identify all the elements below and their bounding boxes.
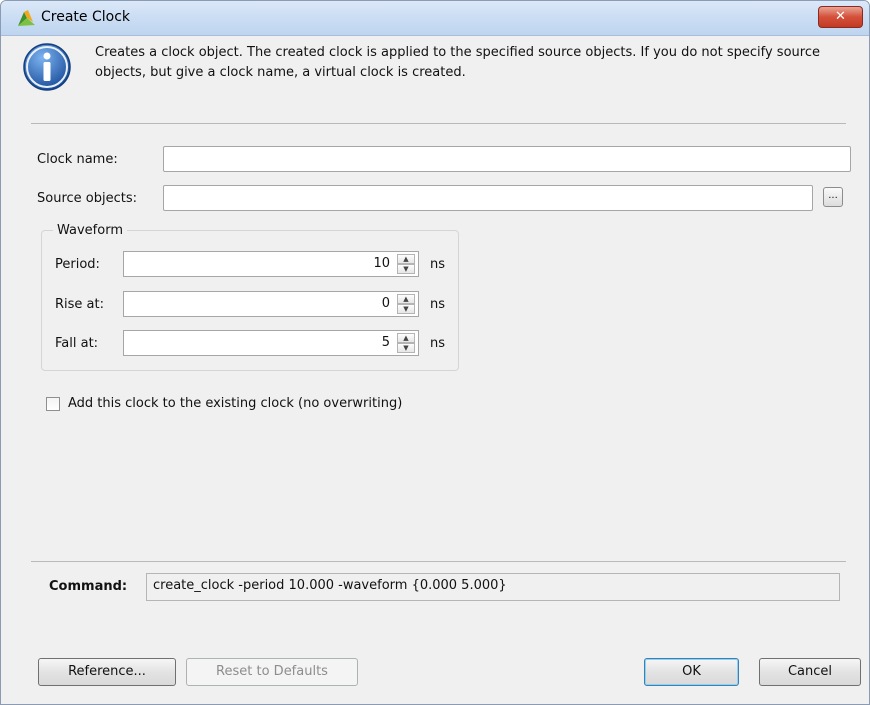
create-clock-dialog: Create Clock ✕ Creates a clock object. T… bbox=[0, 0, 870, 705]
fall-at-increment-icon[interactable]: ▲ bbox=[397, 333, 415, 343]
rise-at-value[interactable]: 0 bbox=[382, 296, 390, 311]
vivado-logo-icon bbox=[15, 8, 37, 28]
info-description: Creates a clock object. The created cloc… bbox=[95, 45, 820, 80]
cancel-button[interactable]: Cancel bbox=[759, 658, 861, 686]
command-separator bbox=[31, 561, 846, 562]
waveform-group-title: Waveform bbox=[53, 223, 127, 238]
browse-source-objects-button[interactable]: ... bbox=[823, 187, 843, 207]
rise-at-increment-icon[interactable]: ▲ bbox=[397, 294, 415, 304]
fall-at-value[interactable]: 5 bbox=[382, 335, 390, 350]
period-value[interactable]: 10 bbox=[373, 256, 390, 271]
close-button[interactable]: ✕ bbox=[818, 6, 863, 28]
info-icon bbox=[22, 42, 72, 92]
fall-at-decrement-icon[interactable]: ▼ bbox=[397, 343, 415, 353]
period-stepper[interactable]: ▲ ▼ bbox=[397, 254, 415, 274]
clock-name-input[interactable] bbox=[164, 147, 850, 171]
title-bar: Create Clock ✕ bbox=[1, 1, 869, 36]
fall-at-unit: ns bbox=[430, 336, 446, 351]
command-preview: create_clock -period 10.000 -waveform {0… bbox=[146, 573, 840, 601]
rise-at-unit: ns bbox=[430, 297, 446, 312]
rise-at-label: Rise at: bbox=[55, 297, 104, 312]
clock-name-field[interactable] bbox=[163, 146, 851, 172]
period-spinner[interactable]: 10 ▲ ▼ bbox=[123, 251, 419, 277]
info-panel: Creates a clock object. The created cloc… bbox=[1, 36, 869, 122]
reference-button[interactable]: Reference... bbox=[38, 658, 176, 686]
period-decrement-icon[interactable]: ▼ bbox=[397, 264, 415, 274]
period-increment-icon[interactable]: ▲ bbox=[397, 254, 415, 264]
reset-to-defaults-button[interactable]: Reset to Defaults bbox=[186, 658, 358, 686]
rise-at-decrement-icon[interactable]: ▼ bbox=[397, 304, 415, 314]
top-separator bbox=[31, 123, 846, 124]
rise-at-spinner[interactable]: 0 ▲ ▼ bbox=[123, 291, 419, 317]
period-unit: ns bbox=[430, 257, 446, 272]
add-clock-checkbox[interactable] bbox=[46, 397, 60, 411]
fall-at-stepper[interactable]: ▲ ▼ bbox=[397, 333, 415, 353]
add-clock-label[interactable]: Add this clock to the existing clock (no… bbox=[68, 396, 402, 411]
clock-name-label: Clock name: bbox=[37, 152, 118, 167]
command-label: Command: bbox=[49, 579, 128, 594]
source-objects-label: Source objects: bbox=[37, 191, 137, 206]
period-label: Period: bbox=[55, 257, 100, 272]
rise-at-stepper[interactable]: ▲ ▼ bbox=[397, 294, 415, 314]
fall-at-label: Fall at: bbox=[55, 336, 99, 351]
ok-button[interactable]: OK bbox=[644, 658, 739, 686]
fall-at-spinner[interactable]: 5 ▲ ▼ bbox=[123, 330, 419, 356]
source-objects-input[interactable] bbox=[164, 186, 812, 210]
window-title: Create Clock bbox=[41, 9, 131, 25]
source-objects-field[interactable] bbox=[163, 185, 813, 211]
